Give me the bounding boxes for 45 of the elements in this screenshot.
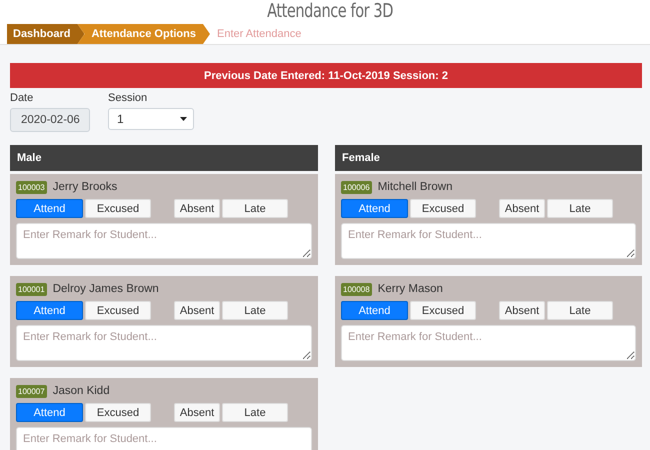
attendance-option-button[interactable]: Late [547,199,613,218]
attendance-option-button[interactable]: Attend [341,301,408,320]
student-id-badge: 100007 [16,384,47,398]
attendance-option-button[interactable]: Absent [499,301,545,320]
group-header: Female [335,145,642,171]
attendance-option-button[interactable]: Attend [16,199,83,218]
attendance-option-button[interactable]: Late [222,301,288,320]
attendance-option-button[interactable]: Excused [85,403,151,422]
remark-field[interactable]: Enter Remark for Student... [341,325,636,361]
attendance-option-button[interactable]: Absent [499,199,545,218]
attendance-option-button[interactable]: Absent [174,199,220,218]
attendance-option-button[interactable]: Late [222,403,288,422]
date-field[interactable]: 2020-02-06 [10,108,90,132]
session-label: Session [108,92,148,104]
student-id-badge: 100008 [341,282,372,296]
attendance-option-button[interactable]: Late [547,301,613,320]
remark-field[interactable]: Enter Remark for Student... [16,223,312,259]
attendance-option-button[interactable]: Excused [85,199,151,218]
student-id-badge: 100001 [16,282,47,296]
attendance-option-button[interactable]: Attend [341,199,408,218]
alert-banner: Previous Date Entered: 11-Oct-2019 Session: 2 [10,63,642,88]
remark-field[interactable]: Enter Remark for Student... [16,325,312,361]
page-title: Attendance for 3D [267,0,393,22]
student-name: Mitchell Brown [378,181,452,193]
attendance-option-button[interactable]: Absent [174,403,220,422]
attendance-option-button[interactable]: Late [222,199,288,218]
attendance-option-button[interactable]: Absent [174,301,220,320]
remark-field[interactable]: Enter Remark for Student... [16,427,312,450]
attendance-option-button[interactable]: Excused [410,199,476,218]
student-name: Delroy James Brown [52,283,159,295]
student-name: Jason Kidd [52,385,110,397]
student-name: Jerry Brooks [52,181,118,193]
attendance-option-button[interactable]: Excused [410,301,476,320]
student-id-badge: 100003 [16,180,47,194]
student-id-badge: 100006 [341,180,372,194]
session-select[interactable]: 1 [108,108,194,130]
breadcrumb-link[interactable]: Dashboard [7,24,84,44]
remark-field[interactable]: Enter Remark for Student... [341,223,636,259]
student-name: Kerry Mason [378,283,443,295]
date-label: Date [10,92,34,104]
group-header: Male [10,145,318,171]
attendance-option-button[interactable]: Attend [16,403,83,422]
attendance-option-button[interactable]: Excused [85,301,151,320]
caret-icon [180,117,187,121]
attendance-option-button[interactable]: Attend [16,301,83,320]
